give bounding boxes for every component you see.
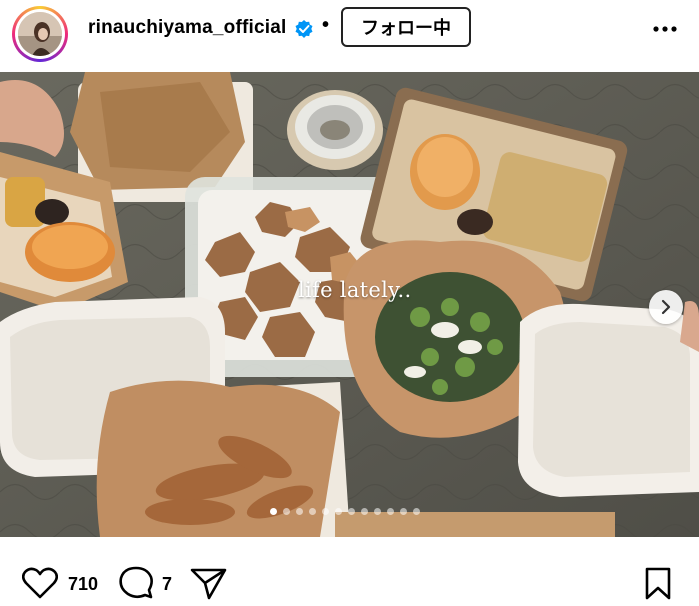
carousel-dot bbox=[361, 508, 368, 515]
food-photo-illustration bbox=[0, 72, 699, 537]
carousel-dot bbox=[322, 508, 329, 515]
carousel-dot bbox=[374, 508, 381, 515]
verified-badge-icon bbox=[295, 20, 313, 38]
carousel-dot bbox=[296, 508, 303, 515]
bookmark-icon[interactable] bbox=[644, 567, 672, 601]
post-actions-bar: 710 7 bbox=[0, 537, 699, 606]
more-options-icon[interactable] bbox=[650, 14, 680, 44]
comment-count[interactable]: 7 bbox=[162, 574, 172, 595]
carousel-dot bbox=[270, 508, 277, 515]
carousel-dot bbox=[283, 508, 290, 515]
heart-icon[interactable] bbox=[22, 567, 58, 599]
carousel-dot bbox=[387, 508, 394, 515]
carousel-indicators bbox=[270, 508, 420, 518]
photo-caption-overlay: life lately.. bbox=[298, 278, 412, 302]
like-count[interactable]: 710 bbox=[68, 574, 98, 595]
chevron-right-icon bbox=[661, 299, 671, 315]
following-button[interactable]: フォロー中 bbox=[341, 7, 471, 47]
username[interactable]: rinauchiyama_official bbox=[88, 17, 287, 39]
carousel-dot bbox=[413, 508, 420, 515]
carousel-dot bbox=[400, 508, 407, 515]
carousel-dot bbox=[348, 508, 355, 515]
comment-icon[interactable] bbox=[118, 566, 154, 600]
separator-dot: • bbox=[322, 14, 330, 36]
post-header: rinauchiyama_official • フォロー中 bbox=[0, 0, 699, 72]
carousel-next-button[interactable] bbox=[649, 290, 683, 324]
post-photo[interactable]: life lately.. bbox=[0, 72, 699, 537]
carousel-dot bbox=[335, 508, 342, 515]
share-icon[interactable] bbox=[190, 567, 228, 601]
avatar bbox=[18, 12, 62, 56]
story-avatar[interactable] bbox=[12, 6, 68, 62]
carousel-dot bbox=[309, 508, 316, 515]
